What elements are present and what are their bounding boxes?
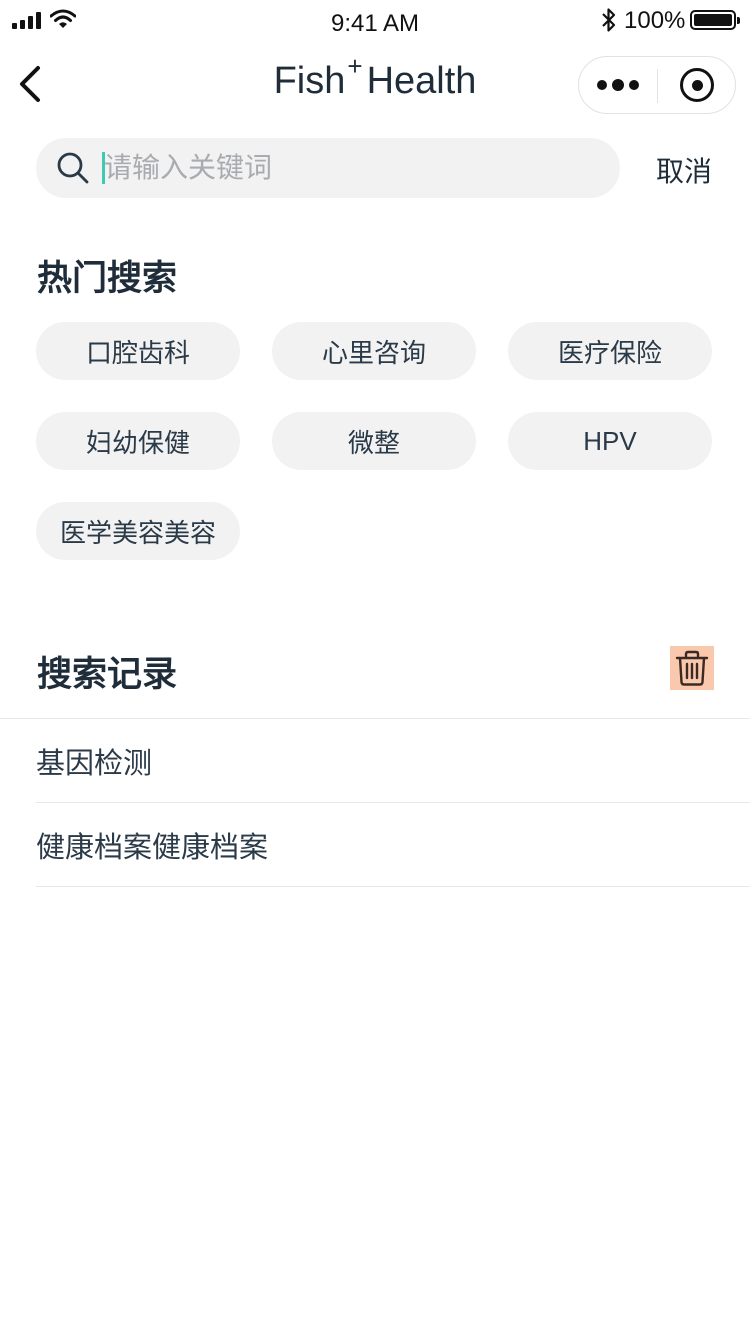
clear-history-button[interactable] xyxy=(670,646,714,690)
hot-tag[interactable]: 心里咨询 xyxy=(272,322,476,380)
bluetooth-icon xyxy=(602,8,616,32)
hot-tag[interactable]: 口腔齿科 xyxy=(36,322,240,380)
hot-tag[interactable]: 妇幼保健 xyxy=(36,412,240,470)
title-superscript: + xyxy=(347,51,363,81)
search-input[interactable] xyxy=(104,138,604,198)
search-row: 取消 xyxy=(36,138,726,198)
hot-search-title: 热门搜索 xyxy=(37,259,178,298)
title-rest: Health xyxy=(366,60,477,102)
title-main: Fish xyxy=(273,60,346,102)
target-close-icon xyxy=(680,68,714,102)
history-title: 搜索记录 xyxy=(37,655,178,694)
cancel-button[interactable]: 取消 xyxy=(656,150,712,190)
history-list: 基因检测 健康档案健康档案 xyxy=(36,719,750,887)
search-box[interactable] xyxy=(36,138,620,198)
status-bar: 9:41 AM 100% xyxy=(0,0,750,44)
battery-percent: 100% xyxy=(624,7,686,34)
hot-search-tags: 口腔齿科 心里咨询 医疗保险 妇幼保健 微整 HPV 医学美容美容 xyxy=(36,322,716,560)
hot-tag[interactable]: HPV xyxy=(508,412,712,470)
mini-program-capsule xyxy=(578,56,736,114)
hot-tag[interactable]: 医学美容美容 xyxy=(36,502,240,560)
nav-bar: Fish+ Health xyxy=(0,44,750,128)
hot-tag[interactable]: 微整 xyxy=(272,412,476,470)
battery-icon xyxy=(690,10,740,30)
hot-tag[interactable]: 医疗保险 xyxy=(508,322,712,380)
more-dots-icon xyxy=(597,80,607,90)
search-icon xyxy=(57,152,89,184)
more-button[interactable] xyxy=(579,57,657,113)
history-item[interactable]: 基因检测 xyxy=(36,719,750,803)
history-item[interactable]: 健康档案健康档案 xyxy=(36,803,750,887)
trash-icon xyxy=(675,650,709,686)
close-button[interactable] xyxy=(658,57,736,113)
